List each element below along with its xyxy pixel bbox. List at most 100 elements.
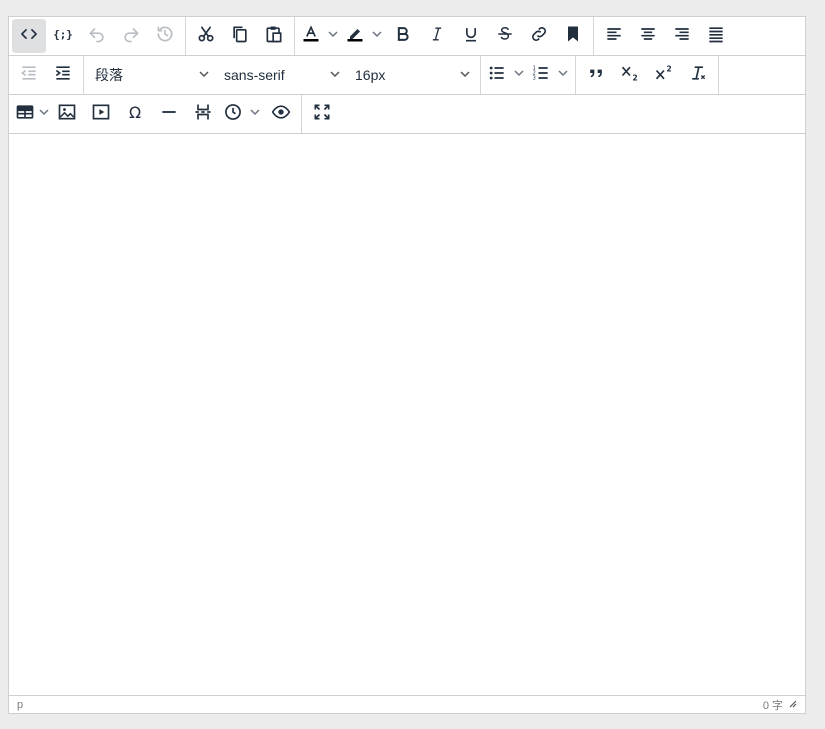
table-button[interactable]: [12, 97, 38, 131]
indent-button[interactable]: [46, 58, 80, 92]
highlight-icon: [345, 24, 365, 49]
toolbar-row-1: {;}: [9, 17, 805, 56]
strikethrough-button[interactable]: [488, 19, 522, 53]
element-path[interactable]: p: [17, 699, 23, 711]
remove-format-button[interactable]: [681, 58, 715, 92]
highlight-button[interactable]: [342, 19, 368, 53]
align-justify-icon: [706, 24, 726, 49]
align-center-button[interactable]: [631, 19, 665, 53]
subscript-icon: 2: [620, 63, 640, 88]
restore-draft-button[interactable]: [148, 19, 182, 53]
font-size-value: 16px: [355, 67, 386, 83]
block-format-value: 段落: [95, 67, 123, 83]
chevron-down-icon: [249, 105, 261, 123]
code-icon: [19, 24, 39, 49]
toolbar-group-insert: Ω: [9, 95, 302, 133]
subscript-button[interactable]: 2: [613, 58, 647, 92]
image-button[interactable]: [50, 97, 84, 131]
highlight-dropdown[interactable]: [368, 19, 386, 53]
bullet-list-dropdown[interactable]: [510, 58, 528, 92]
preview-button[interactable]: [264, 97, 298, 131]
bookmark-button[interactable]: [556, 19, 590, 53]
toolbar-row-2: 段落 sans-serif 16px 123 2 2: [9, 56, 805, 95]
blockquote-button[interactable]: [579, 58, 613, 92]
text-color-split: [298, 19, 342, 53]
outdent-button[interactable]: [12, 58, 46, 92]
datetime-button[interactable]: [220, 97, 246, 131]
paste-icon: [264, 24, 284, 49]
bullet-list-split: [484, 58, 528, 92]
bookmark-icon: [563, 24, 583, 49]
horizontal-rule-button[interactable]: [152, 97, 186, 131]
svg-text:3: 3: [533, 75, 536, 81]
cut-button[interactable]: [189, 19, 223, 53]
table-dropdown[interactable]: [38, 97, 50, 131]
align-justify-button[interactable]: [699, 19, 733, 53]
bullet-list-button[interactable]: [484, 58, 510, 92]
template-icon: {;}: [53, 24, 73, 49]
toolbar-row-3: Ω: [9, 95, 805, 134]
editor-content-area[interactable]: [9, 134, 805, 697]
indent-icon: [53, 63, 73, 88]
chevron-down-icon: [513, 66, 525, 84]
undo-icon: [87, 24, 107, 49]
paste-button[interactable]: [257, 19, 291, 53]
block-format-select[interactable]: 段落: [87, 58, 216, 92]
copy-button[interactable]: [223, 19, 257, 53]
undo-button[interactable]: [80, 19, 114, 53]
superscript-icon: 2: [654, 63, 674, 88]
special-char-icon: Ω: [125, 102, 145, 127]
text-color-dropdown[interactable]: [324, 19, 342, 53]
align-right-button[interactable]: [665, 19, 699, 53]
preview-icon: [271, 102, 291, 127]
fullscreen-icon: [312, 102, 332, 127]
media-button[interactable]: [84, 97, 118, 131]
rich-text-editor: {;} 段落 sans-serif 16px 1 2 3 2 2 Ω p 0 字: [8, 16, 806, 714]
highlight-split: [342, 19, 386, 53]
text-color-button[interactable]: [298, 19, 324, 53]
toolbar-group-format: [295, 17, 594, 55]
blockquote-icon: [586, 63, 606, 88]
special-char-button[interactable]: Ω: [118, 97, 152, 131]
datetime-split: [220, 97, 264, 131]
italic-icon: [427, 24, 447, 49]
bullet-list-icon: [487, 63, 507, 88]
source-code-button[interactable]: [12, 19, 46, 53]
toolbar-group-align: [594, 17, 736, 55]
bold-button[interactable]: [386, 19, 420, 53]
italic-button[interactable]: [420, 19, 454, 53]
remove-format-icon: [688, 63, 708, 88]
svg-text:2: 2: [633, 73, 638, 82]
statusbar-right: 0 字: [763, 697, 797, 713]
datetime-icon: [223, 102, 243, 127]
toolbar-group-indent: [9, 56, 84, 94]
font-family-value: sans-serif: [224, 67, 285, 83]
copy-icon: [230, 24, 250, 49]
font-family-select[interactable]: sans-serif: [216, 58, 347, 92]
fullscreen-button[interactable]: [305, 97, 339, 131]
chevron-down-icon: [557, 66, 569, 84]
datetime-dropdown[interactable]: [246, 97, 264, 131]
redo-button[interactable]: [114, 19, 148, 53]
align-left-button[interactable]: [597, 19, 631, 53]
chevron-down-icon: [198, 67, 210, 83]
toolbar-group-font: 段落 sans-serif 16px: [84, 56, 481, 94]
numbered-list-split: 123: [528, 58, 572, 92]
media-icon: [91, 102, 111, 127]
page-break-icon: [193, 102, 213, 127]
word-count[interactable]: 0 字: [763, 697, 783, 713]
page-break-button[interactable]: [186, 97, 220, 131]
cut-icon: [196, 24, 216, 49]
underline-button[interactable]: [454, 19, 488, 53]
numbered-list-button[interactable]: 123: [528, 58, 554, 92]
align-left-icon: [604, 24, 624, 49]
superscript-button[interactable]: 2: [647, 58, 681, 92]
font-size-select[interactable]: 16px: [347, 58, 477, 92]
toolbar-group-lists: 123: [481, 56, 576, 94]
chevron-down-icon: [371, 27, 383, 45]
align-center-icon: [638, 24, 658, 49]
resize-handle-icon[interactable]: [787, 698, 797, 711]
template-button[interactable]: {;}: [46, 19, 80, 53]
link-button[interactable]: [522, 19, 556, 53]
numbered-list-dropdown[interactable]: [554, 58, 572, 92]
